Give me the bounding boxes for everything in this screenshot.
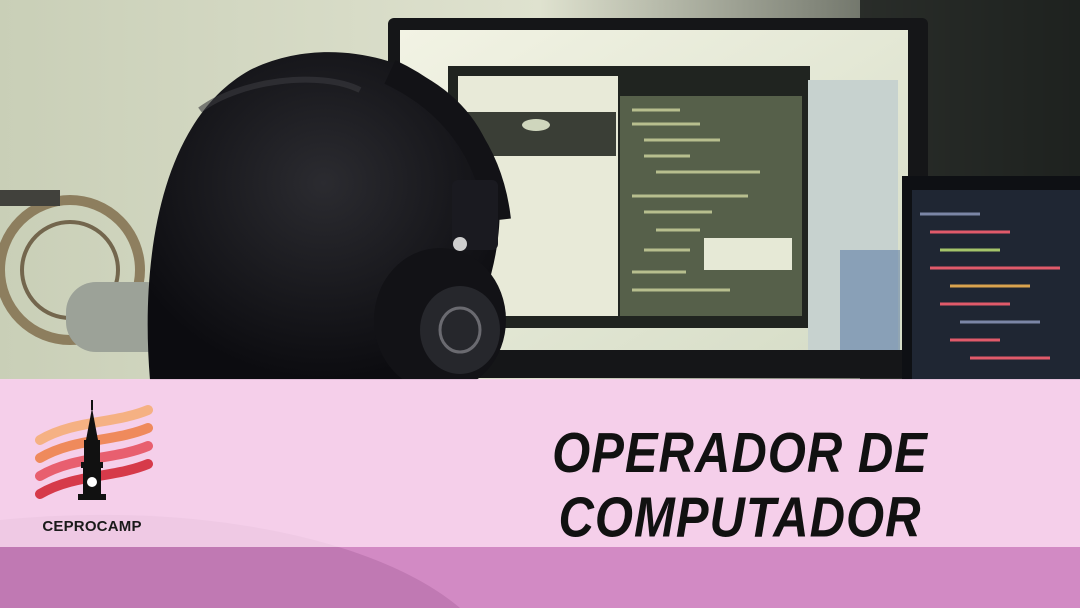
hero-image: CEPROCAMP OPERADOR DE COMPUTADOR [0, 0, 1080, 608]
bottom-stripe [0, 547, 1080, 608]
page-title: OPERADOR DE COMPUTADOR [552, 422, 928, 550]
ceprocamp-logo: CEPROCAMP [34, 400, 154, 538]
logo-wordmark: CEPROCAMP [42, 518, 142, 535]
logo-mark [35, 400, 153, 500]
